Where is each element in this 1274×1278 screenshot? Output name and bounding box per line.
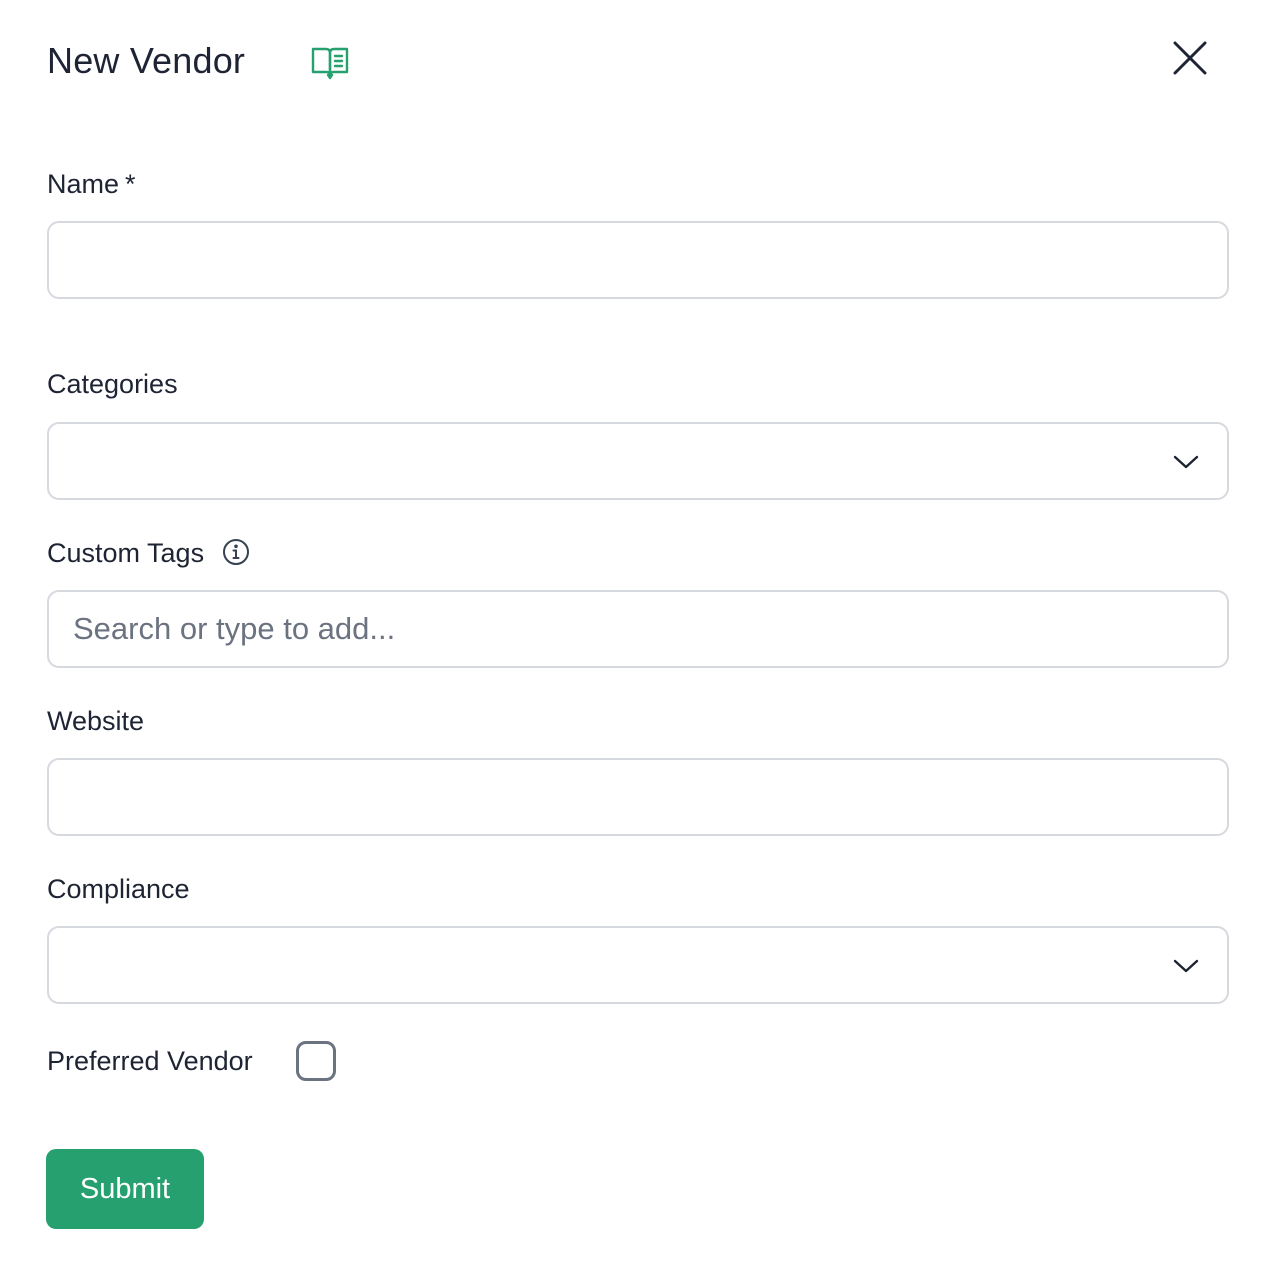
book-open-icon[interactable]: [311, 44, 349, 80]
close-icon: [1173, 41, 1207, 80]
compliance-label: Compliance: [47, 874, 190, 904]
name-label: Name *: [47, 166, 136, 202]
custom-tags-label-text: Custom Tags: [47, 538, 205, 568]
chevron-down-icon: [1173, 452, 1199, 472]
name-label-text: Name: [47, 169, 120, 199]
chevron-down-icon: [1173, 956, 1199, 976]
close-button[interactable]: [1166, 36, 1214, 84]
compliance-select[interactable]: [47, 926, 1229, 1004]
dialog-header: New Vendor: [47, 36, 245, 86]
dialog-title: New Vendor: [47, 40, 246, 81]
website-label: Website: [47, 706, 145, 736]
name-input[interactable]: [49, 223, 1227, 297]
custom-tags-input[interactable]: [49, 592, 1227, 666]
name-field-wrapper: [47, 221, 1229, 299]
categories-label: Categories: [47, 369, 178, 399]
preferred-vendor-checkbox[interactable]: [296, 1041, 336, 1081]
custom-tags-label: Custom Tags: [47, 535, 250, 571]
website-field-wrapper: [47, 758, 1229, 836]
website-input[interactable]: [49, 760, 1227, 834]
preferred-vendor-label: Preferred Vendor: [47, 1046, 253, 1076]
required-marker: *: [125, 169, 136, 199]
categories-select[interactable]: [47, 422, 1229, 500]
info-icon[interactable]: [222, 538, 250, 566]
new-vendor-dialog: New Vendor Name * Categories Custom Tags…: [0, 0, 1274, 1278]
custom-tags-field-wrapper: [47, 590, 1229, 668]
submit-button[interactable]: Submit: [46, 1149, 204, 1229]
